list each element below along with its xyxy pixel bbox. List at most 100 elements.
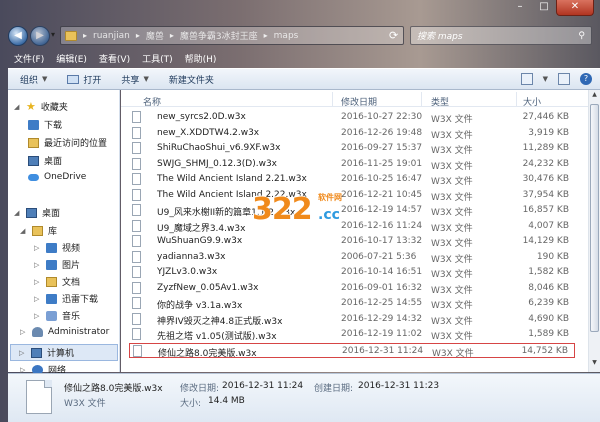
file-date: 2016-10-25 16:47 [341,174,423,184]
file-row[interactable]: U9_魔域之界3.4.w3x 2016-12-16 11:24 W3X 文件 4,00… [129,219,575,234]
nav-onedrive[interactable]: OneDrive [28,172,86,182]
address-bar[interactable]: ▸ ruanjian ▸ 魔兽 ▸ 魔兽争霸3冰封王座 ▸ maps [60,26,404,45]
breadcrumb-separator-icon: ▸ [169,31,174,40]
file-row[interactable]: new_syrcs2.0D.w3x 2016-10-27 22:30 W3X 文件 2… [129,110,575,125]
file-size: 30,476 KB [522,174,569,184]
file-row[interactable]: 修仙之路8.0完美版.w3x 2016-12-31 11:24 W3X 文件 14,7… [129,342,575,359]
file-date: 2016-12-25 14:55 [341,298,423,308]
file-size: 1,589 KB [528,329,569,339]
menu-edit[interactable]: 编辑(E) [50,50,93,68]
file-row[interactable]: YJZLv3.0.w3x 2016-10-14 16:51 W3X 文件 1,582 … [129,265,575,280]
nav-computer[interactable]: ▷ 计算机 [10,344,118,361]
nav-documents[interactable]: ▷ 文档 [34,275,80,288]
file-row[interactable]: yadianna3.w3x 2006-07-21 5:36 W3X 文件 190 KB [129,250,575,265]
back-button[interactable]: ◀ [8,26,28,46]
file-type: W3X 文件 [432,348,474,359]
nav-libraries[interactable]: ◢ 库 [20,224,57,237]
file-row[interactable]: The Wild Ancient Island 2.21.w3x 2016-10-… [129,172,575,187]
file-size: 8,046 KB [528,282,569,293]
breadcrumb-maps[interactable]: maps [274,31,299,41]
file-row[interactable]: 你的战争 v3.1a.w3x 2016-12-25 14:55 W3X 文件 6,23… [129,296,575,311]
view-options-icon[interactable] [520,73,533,85]
details-size-value: 14.4 MB [208,396,245,406]
file-row[interactable]: new_X.XDDTW4.2.w3x 2016-12-26 19:48 W3X 文件… [129,126,575,141]
nav-recent[interactable]: 最近访问的位置 [28,136,107,149]
search-input[interactable]: 搜索 maps ⚲ [410,26,592,45]
forward-button[interactable]: ▶ [30,26,50,46]
file-type: W3X 文件 [431,316,473,327]
scroll-thumb[interactable] [590,104,599,332]
nav-downloads[interactable]: 下载 [28,118,62,131]
nav-admin[interactable]: ▷ Administrator [20,327,109,337]
breadcrumb-ruanjian[interactable]: ruanjian [93,31,130,41]
scroll-up-icon[interactable]: ▲ [589,91,600,103]
search-icon[interactable]: ⚲ [578,31,585,41]
organize-button[interactable]: 组织 ▼ [20,73,47,86]
thunder-download-icon [46,293,57,304]
nav-music[interactable]: ▷ 音乐 [34,309,80,322]
column-date[interactable]: 修改日期 [341,95,377,108]
file-row[interactable]: WuShuanG9.9.w3x 2016-10-17 13:32 W3X 文件 14,… [129,234,575,249]
vertical-scrollbar[interactable]: ▲ ▼ [588,90,600,372]
chevron-down-icon[interactable]: ▼ [543,75,548,83]
minimize-button[interactable]: – [508,0,532,16]
file-list: 名称 修改日期 类型 大小 new_syrcs2.0D.w3x 2016-10-2… [121,90,588,372]
maximize-button[interactable]: □ [532,0,556,16]
picture-icon [46,259,57,270]
file-row[interactable]: ZyzfNew_0.05Av1.w3x 2016-09-01 16:32 W3X 文… [129,281,575,296]
column-size[interactable]: 大小 [523,95,541,108]
nav-videos[interactable]: ▷ 视频 [34,241,80,254]
nav-desktop-fav[interactable]: 桌面 [28,154,62,167]
file-row[interactable]: ShiRuChaoShui_v6.9XF.w3x 2016-09-27 15:37… [129,141,575,156]
breadcrumb-war3[interactable]: 魔兽争霸3冰封王座 [180,29,258,42]
file-row[interactable]: 神界IV毁灭之神4.8正式版.w3x 2016-12-29 14:32 W3X 文件… [129,312,575,327]
file-icon [132,111,141,123]
column-type[interactable]: 类型 [431,95,449,108]
details-size-label: 大小: [180,399,202,409]
breadcrumb-moshou[interactable]: 魔兽 [146,29,164,42]
scroll-down-icon[interactable]: ▼ [589,359,600,371]
new-folder-button[interactable]: 新建文件夹 [169,73,214,86]
file-row[interactable]: The Wild Ancient Island 2.22.w3x 2016-12-… [129,188,575,203]
view-controls: ▼ ? [520,73,600,85]
menu-file[interactable]: 文件(F) [8,50,50,68]
recent-pages-dropdown[interactable]: ▾ [51,30,55,39]
help-icon[interactable]: ? [580,73,592,85]
file-type: W3X 文件 [431,208,473,218]
close-button[interactable]: ✕ [556,0,594,16]
menu-help[interactable]: 帮助(H) [179,50,223,68]
file-name: 先祖之塔 v1.05(测试版).w3x [157,332,277,342]
menu-view[interactable]: 查看(V) [93,50,136,68]
refresh-icon[interactable]: ⟳ [389,29,398,42]
nav-favorites-label: 收藏夹 [40,103,68,113]
chevron-right-icon: ▷ [20,328,26,336]
preview-pane-icon[interactable] [558,73,570,85]
nav-pictures[interactable]: ▷ 图片 [34,258,80,271]
file-name: ShiRuChaoShui_v6.9XF.w3x [157,143,281,153]
file-icon [132,312,141,325]
video-icon [46,242,57,253]
column-name[interactable]: 名称 [143,95,161,108]
computer-icon [31,347,42,358]
open-label: 打开 [83,75,102,86]
open-button[interactable]: 打开 [67,73,101,86]
desktop-icon [26,207,37,218]
nav-music-label: 音乐 [62,312,81,322]
nav-thunder[interactable]: ▷ 迅雷下载 [34,292,98,305]
file-size: 14,752 KB [521,345,568,356]
menu-tools[interactable]: 工具(T) [136,50,179,68]
nav-desktop[interactable]: ◢ 桌面 [14,206,60,219]
download-folder-icon [28,119,39,130]
file-type: W3X 文件 [431,115,473,125]
nav-favorites[interactable]: ◢ ★ 收藏夹 [14,100,68,114]
column-divider[interactable] [332,92,333,106]
title-bar: – □ ✕ ◀ ▶ ▾ ▸ ruanjian ▸ 魔兽 ▸ 魔兽争霸3冰封王座 … [0,0,600,50]
share-button[interactable]: 共享 ▼ [121,73,148,86]
column-divider[interactable] [421,92,422,106]
file-icon [132,219,141,232]
file-row[interactable]: U9_风来水榭II新的篇章1.1.2.w3x 2016-12-19 14:57 W3… [129,203,575,218]
open-icon [67,74,80,84]
column-divider[interactable] [516,92,517,106]
file-row[interactable]: SWJG_SHMJ_0.12.3(D).w3x 2016-11-25 19:01 W… [129,157,575,172]
file-row[interactable]: 先祖之塔 v1.05(测试版).w3x 2016-12-19 11:02 W3X 文… [129,327,575,342]
